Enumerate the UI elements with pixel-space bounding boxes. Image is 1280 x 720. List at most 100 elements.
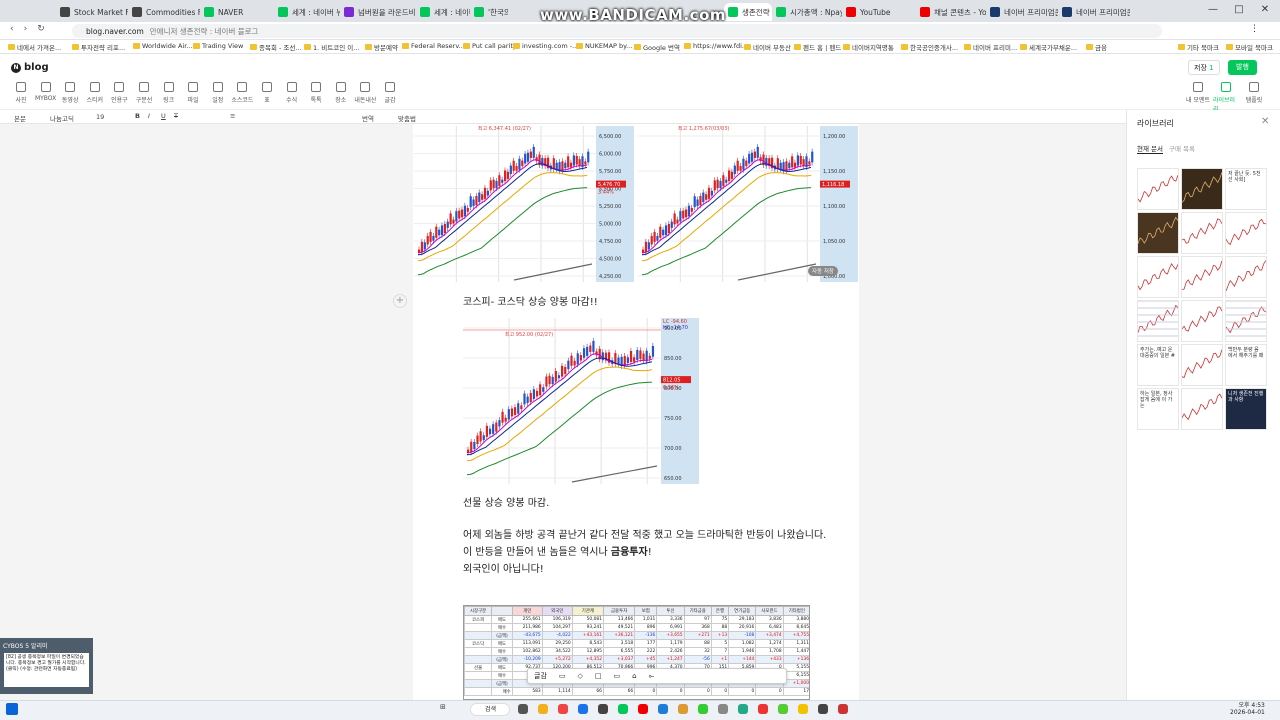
forward-icon[interactable]: ›: [24, 24, 28, 34]
taskbar-app-icon[interactable]: [658, 704, 668, 714]
library-thumbnail[interactable]: [1137, 212, 1179, 254]
library-thumbnail[interactable]: 하는 일본, 정사 잡게 음에 이 가는: [1137, 388, 1179, 430]
font-select[interactable]: 나눔고딕: [50, 113, 74, 123]
library-tab-current[interactable]: 현재 문서: [1137, 143, 1163, 154]
tool-10[interactable]: 표: [254, 82, 280, 104]
tool-1[interactable]: MYBOX: [33, 82, 59, 102]
taskbar-app-icon[interactable]: [518, 704, 528, 714]
browser-tab[interactable]: 넘버원을 라운드비: [344, 3, 416, 21]
library-thumbnail[interactable]: 백만두 분량 음 에서 해주기를 패: [1225, 344, 1267, 386]
cybos-notifier[interactable]: CYBOS 5 알리미 [82] 공생 종목정보 파일이 변경되었습니다. 종목…: [0, 638, 93, 694]
window-controls[interactable]: — □ ✕: [1200, 0, 1278, 22]
right-tool-1[interactable]: 라이브러리: [1213, 82, 1239, 113]
bookmark-item[interactable]: Put call parity: [463, 42, 517, 50]
library-thumbnail[interactable]: [1181, 256, 1223, 298]
bookmark-item[interactable]: 네에서 가져온...: [8, 42, 61, 52]
bookmark-item[interactable]: Google 번역: [634, 42, 680, 52]
browser-tab[interactable]: 채널 콘텐츠 - YouT: [920, 3, 986, 21]
bookmark-item[interactable]: 기타 북마크: [1178, 42, 1219, 52]
library-thumbnail[interactable]: 저 끝난 듯. 5천선 사회]: [1225, 168, 1267, 210]
right-tool-2[interactable]: 템플릿: [1241, 82, 1267, 104]
browser-tab[interactable]: 세계 : 네이버 뉴스: [278, 3, 340, 21]
bookmark-item[interactable]: 네이버 부동산: [744, 42, 791, 52]
taskbar-app-icon[interactable]: [698, 704, 708, 714]
italic-button[interactable]: I: [148, 112, 150, 120]
library-thumbnail[interactable]: [1181, 168, 1223, 210]
taskbar-app-icon[interactable]: [638, 704, 648, 714]
close-icon[interactable]: ✕: [1252, 0, 1278, 22]
taskbar-app-icon[interactable]: [778, 704, 788, 714]
strike-button[interactable]: T: [174, 112, 178, 120]
library-thumbnail[interactable]: [1225, 212, 1267, 254]
bold-button[interactable]: B: [135, 112, 140, 120]
taskbar-app-icon[interactable]: [558, 704, 568, 714]
library-thumbnail[interactable]: [1181, 300, 1223, 342]
bookmark-item[interactable]: 네이버지역명통: [843, 42, 894, 52]
tool-2[interactable]: 동영상: [57, 82, 83, 104]
tool-12[interactable]: 톡톡: [303, 82, 329, 104]
library-thumbnail[interactable]: [1181, 388, 1223, 430]
library-close-icon[interactable]: ✕: [1261, 116, 1269, 127]
bookmark-item[interactable]: 방문예약: [365, 42, 398, 52]
bag-icon[interactable]: ⌂: [632, 672, 636, 680]
taskbar-app-icon[interactable]: [838, 704, 848, 714]
library-thumbnail[interactable]: [1137, 300, 1179, 342]
browser-tab[interactable]: Commodities Futu: [132, 3, 200, 21]
bookmark-item[interactable]: 펜드 홈 | 펜드: [794, 42, 841, 52]
tool-7[interactable]: 파일: [180, 82, 206, 104]
library-thumbnail[interactable]: [1225, 300, 1267, 342]
reload-icon[interactable]: ↻: [37, 24, 45, 34]
library-thumbnail[interactable]: [1181, 212, 1223, 254]
post-body[interactable]: 어제 외놈들 하방 공격 끝난거 같다 전달 적중 했고 오늘 드라마틱한 반등…: [463, 527, 843, 578]
clock[interactable]: 오후 4:53 2026-04-01: [1230, 702, 1265, 716]
tool-9[interactable]: 소스코드: [229, 82, 255, 104]
taskbar-app-icon[interactable]: [538, 704, 548, 714]
bookmark-item[interactable]: 1. 비트코인 이...: [304, 42, 359, 52]
library-thumbnail[interactable]: [1137, 256, 1179, 298]
browser-tab[interactable]: 네이버 프리미엄콘: [1062, 3, 1130, 21]
tool-0[interactable]: 사진: [8, 82, 34, 104]
tool-14[interactable]: 내돈내산: [352, 82, 378, 104]
bookmark-item[interactable]: https://www.fdi...: [684, 42, 748, 50]
blog-logo[interactable]: Nblog: [11, 62, 49, 73]
right-tool-0[interactable]: 내 모멘트: [1185, 82, 1211, 104]
tool-11[interactable]: 수식: [279, 82, 305, 104]
style-select[interactable]: 본문: [14, 113, 26, 123]
publish-button[interactable]: 발행: [1228, 60, 1257, 75]
tool-8[interactable]: 일정: [205, 82, 231, 104]
bookmark-item[interactable]: investing.com -...: [513, 42, 578, 50]
taskbar-app-icon[interactable]: [798, 704, 808, 714]
taskbar-app-icon[interactable]: [578, 704, 588, 714]
monitor-icon[interactable]: ▭: [614, 672, 621, 680]
underline-button[interactable]: U: [161, 112, 166, 120]
browser-tab[interactable]: 네이버 프리미엄콘: [990, 3, 1058, 21]
add-block-icon[interactable]: +: [393, 294, 407, 308]
tool-13[interactable]: 장소: [328, 82, 354, 104]
library-thumbnail[interactable]: [1225, 256, 1267, 298]
link-icon[interactable]: ⟜: [649, 672, 655, 681]
bookmark-item[interactable]: 세계국가부채운...: [1020, 42, 1077, 52]
browser-tab[interactable]: '한국의 웰쇼: [474, 3, 508, 21]
browser-tab[interactable]: 생존전략: [724, 3, 772, 21]
bookmark-item[interactable]: 금융: [1086, 42, 1107, 52]
tool-4[interactable]: 인용구: [106, 82, 132, 104]
align-icon[interactable]: ≡: [230, 112, 235, 120]
book-icon[interactable]: ▭: [559, 672, 566, 680]
size-select[interactable]: 19: [96, 113, 104, 121]
bookmark-item[interactable]: NUKEMAP by...: [576, 42, 632, 50]
browser-tab[interactable]: 세계 : 네이버 뉴스: [420, 3, 470, 21]
kospi-chart-image[interactable]: 6,500.00 6,000.00 5,750.00 5,500.00 5,250.00…: [414, 126, 634, 282]
bookmark-item[interactable]: 한국공인중개사...: [901, 42, 958, 52]
widgets-icon[interactable]: [6, 703, 18, 715]
spellcheck-button[interactable]: 맞춤법: [398, 113, 416, 123]
url-field[interactable]: blog.naver.com 만애니저 생존전략 : 네이버 블로그: [72, 24, 1162, 38]
taskbar-app-icon[interactable]: [618, 704, 628, 714]
taskbar-app-icon[interactable]: [678, 704, 688, 714]
tool-15[interactable]: 글감: [377, 82, 403, 104]
browser-tab[interactable]: Stock Market Futur: [60, 3, 128, 21]
back-icon[interactable]: ‹: [10, 24, 14, 34]
bookmark-item[interactable]: Trading View: [193, 42, 243, 50]
library-thumbnail[interactable]: [1137, 168, 1179, 210]
taskbar-app-icon[interactable]: [718, 704, 728, 714]
browser-tab[interactable]: NAVER: [204, 3, 274, 21]
